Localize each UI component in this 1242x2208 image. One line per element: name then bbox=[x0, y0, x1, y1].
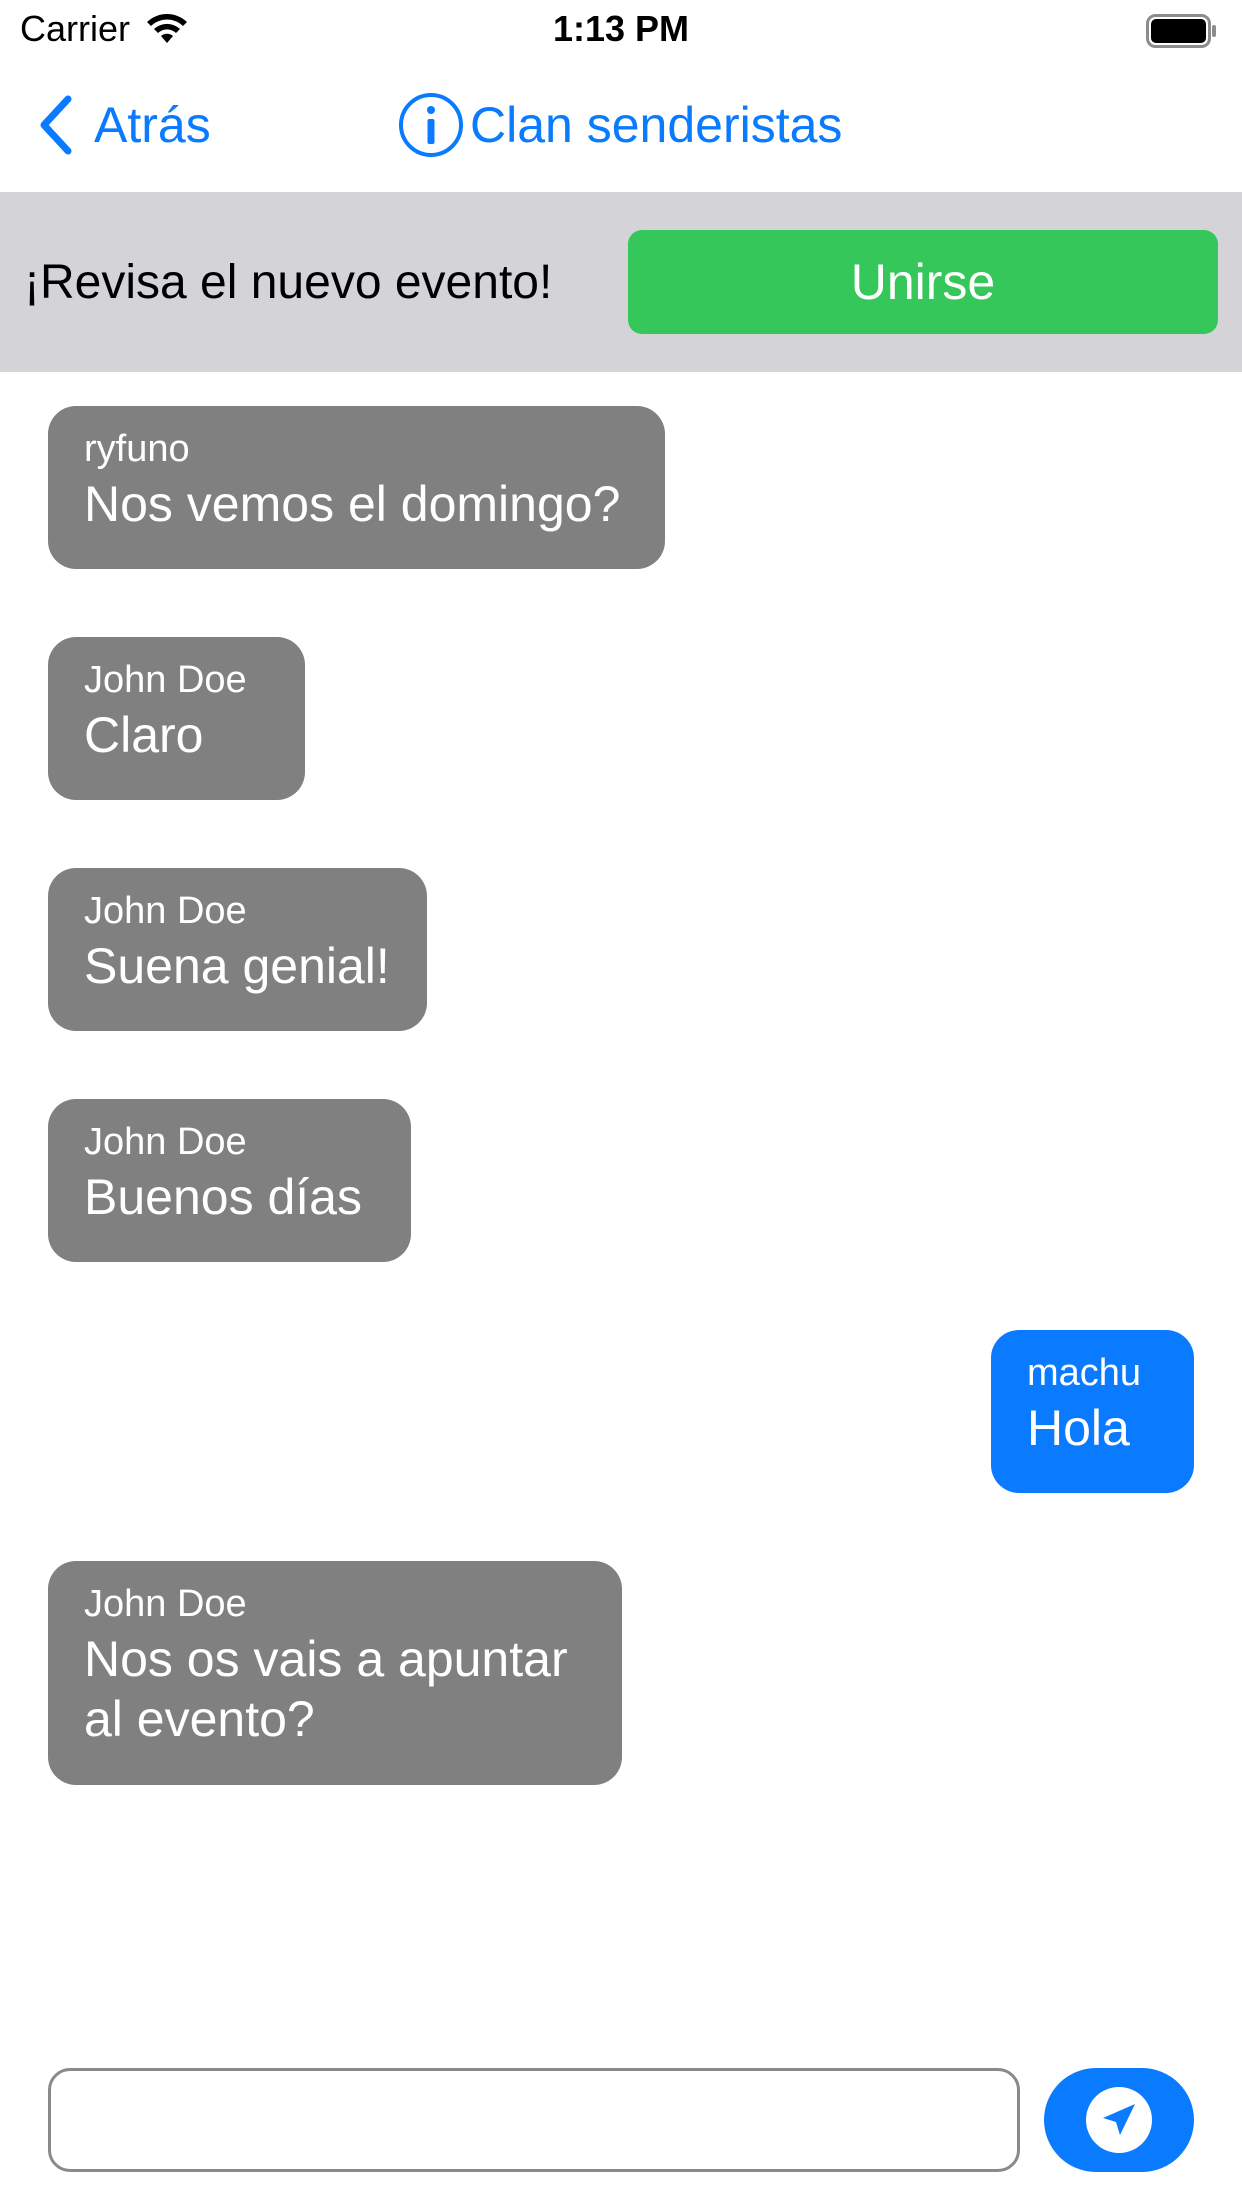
send-button[interactable] bbox=[1044, 2068, 1194, 2172]
event-banner: ¡Revisa el nuevo evento! Unirse bbox=[0, 192, 1242, 372]
navigation-bar: Atrás Clan senderistas bbox=[0, 62, 1242, 192]
message-text: Suena genial! bbox=[84, 938, 390, 994]
send-icon bbox=[1086, 2087, 1152, 2153]
message-sender: machu bbox=[1027, 1352, 1142, 1394]
chevron-left-icon bbox=[40, 95, 72, 155]
message-sender: John Doe bbox=[84, 659, 247, 701]
message-list[interactable]: ryfuno Nos vemos el domingo? John Doe Cl… bbox=[0, 372, 1242, 2022]
message-bubble: machu Hola bbox=[991, 1330, 1194, 1493]
status-bar: Carrier 1:13 PM bbox=[0, 0, 1242, 62]
message-bubble: John Doe Suena genial! bbox=[48, 868, 427, 1031]
message-text: Nos os vais a apuntar al evento? bbox=[84, 1631, 568, 1747]
message-text: Claro bbox=[84, 707, 204, 763]
message-bubble: John Doe Claro bbox=[48, 637, 305, 800]
message-sender: John Doe bbox=[84, 890, 247, 932]
back-label: Atrás bbox=[94, 97, 211, 153]
message-text: Hola bbox=[1027, 1400, 1130, 1456]
group-info-button[interactable]: Clan senderistas bbox=[398, 90, 842, 160]
info-icon bbox=[399, 93, 463, 157]
back-button[interactable]: Atrás bbox=[36, 90, 211, 160]
message-text: Nos vemos el domingo? bbox=[84, 476, 621, 532]
message-bubble: ryfuno Nos vemos el domingo? bbox=[48, 406, 665, 569]
message-sender: John Doe bbox=[84, 1583, 247, 1625]
chat-screen: Carrier 1:13 PM Atrás Clan senderistas ¡… bbox=[0, 0, 1242, 2208]
message-input[interactable] bbox=[48, 2068, 1020, 2172]
battery-icon bbox=[1146, 14, 1216, 48]
message-sender: ryfuno bbox=[84, 428, 190, 470]
message-sender: John Doe bbox=[84, 1121, 247, 1163]
group-title: Clan senderistas bbox=[470, 97, 843, 153]
event-banner-text: ¡Revisa el nuevo evento! bbox=[24, 255, 553, 309]
status-time: 1:13 PM bbox=[552, 8, 690, 49]
message-bubble: John Doe Nos os vais a apuntar al evento… bbox=[48, 1561, 622, 1785]
join-event-button[interactable]: Unirse bbox=[628, 230, 1218, 334]
message-bubble: John Doe Buenos días bbox=[48, 1099, 411, 1262]
message-text: Buenos días bbox=[84, 1169, 362, 1225]
